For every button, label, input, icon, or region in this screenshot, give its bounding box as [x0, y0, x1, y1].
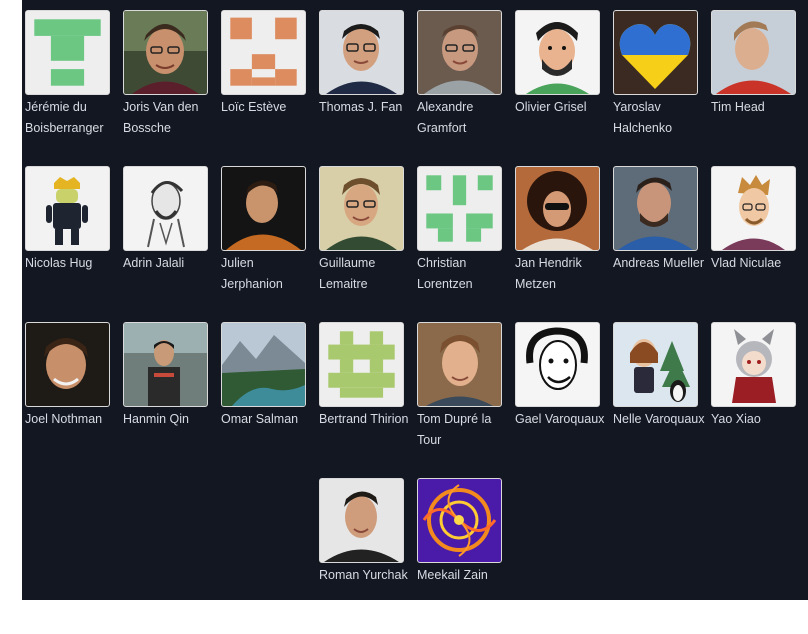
photo-avatar[interactable] — [221, 166, 306, 251]
person-card-guillaume-lemaitre[interactable]: Guillaume Lemaitre — [319, 166, 417, 322]
fractal-avatar[interactable] — [417, 478, 502, 563]
photo-avatar[interactable] — [319, 478, 404, 563]
person-name[interactable]: Christian Lorentzen — [417, 253, 513, 295]
person-card-tim-head[interactable]: Tim Head — [711, 10, 808, 166]
person-name[interactable]: Meekail Zain — [417, 565, 513, 586]
person-name[interactable]: Tim Head — [711, 97, 807, 118]
maintainers-grid: Jérémie du Boisberranger Joris Van den B… — [25, 10, 808, 634]
person-name[interactable]: Nelle Varoquaux — [613, 409, 709, 430]
person-card-andreas-mueller[interactable]: Andreas Mueller — [613, 166, 711, 322]
person-name[interactable]: Omar Salman — [221, 409, 317, 430]
person-name[interactable]: Adrin Jalali — [123, 253, 219, 274]
person-card-yao-xiao[interactable]: Yao Xiao — [711, 322, 808, 478]
person-name[interactable]: Guillaume Lemaitre — [319, 253, 415, 295]
person-name[interactable]: Julien Jerphanion — [221, 253, 317, 295]
person-card-gael-varoquaux[interactable]: Gael Varoquaux — [515, 322, 613, 478]
person-name[interactable]: Joel Nothman — [25, 409, 121, 430]
landscape-avatar[interactable] — [221, 322, 306, 407]
person-card-roman-yurchak[interactable]: Roman Yurchak — [319, 478, 417, 634]
person-name[interactable]: Andreas Mueller — [613, 253, 709, 274]
photo-avatar[interactable] — [515, 166, 600, 251]
person-name[interactable]: Vlad Niculae — [711, 253, 807, 274]
person-card-jeremie-du-boisberranger[interactable]: Jérémie du Boisberranger — [25, 10, 123, 166]
identicon-orange-avatar[interactable] — [221, 10, 306, 95]
person-card-hanmin-qin[interactable]: Hanmin Qin — [123, 322, 221, 478]
photo-avatar[interactable] — [123, 322, 208, 407]
person-name[interactable]: Bertrand Thirion — [319, 409, 415, 430]
person-card-adrin-jalali[interactable]: Adrin Jalali — [123, 166, 221, 322]
cartoon-avatar[interactable] — [711, 166, 796, 251]
identicon-green-avatar[interactable] — [417, 166, 502, 251]
anime-avatar[interactable] — [711, 322, 796, 407]
person-name[interactable]: Alexandre Gramfort — [417, 97, 513, 139]
person-name[interactable]: Gael Varoquaux — [515, 409, 611, 430]
photo-avatar[interactable] — [25, 322, 110, 407]
photo-avatar[interactable] — [319, 166, 404, 251]
person-card-joel-nothman[interactable]: Joel Nothman — [25, 322, 123, 478]
person-card-bertrand-thirion[interactable]: Bertrand Thirion — [319, 322, 417, 478]
photo-avatar[interactable] — [711, 10, 796, 95]
person-name[interactable]: Loïc Estève — [221, 97, 317, 118]
person-card-meekail-zain[interactable]: Meekail Zain — [417, 478, 515, 634]
person-card-jan-hendrik-metzen[interactable]: Jan Hendrik Metzen — [515, 166, 613, 322]
person-card-alexandre-gramfort[interactable]: Alexandre Gramfort — [417, 10, 515, 166]
photo-avatar[interactable] — [123, 10, 208, 95]
person-card-olivier-grisel[interactable]: Olivier Grisel — [515, 10, 613, 166]
person-card-nicolas-hug[interactable]: Nicolas Hug — [25, 166, 123, 322]
person-card-omar-salman[interactable]: Omar Salman — [221, 322, 319, 478]
person-card-christian-lorentzen[interactable]: Christian Lorentzen — [417, 166, 515, 322]
person-card-julien-jerphanion[interactable]: Julien Jerphanion — [221, 166, 319, 322]
person-card-yaroslav-halchenko[interactable]: Yaroslav Halchenko — [613, 10, 711, 166]
person-name[interactable]: Nicolas Hug — [25, 253, 121, 274]
person-card-joris-van-den-bossche[interactable]: Joris Van den Bossche — [123, 10, 221, 166]
person-card-tom-dupre-la-tour[interactable]: Tom Dupré la Tour — [417, 322, 515, 478]
identicon-green-avatar[interactable] — [25, 10, 110, 95]
ukraine-heart-avatar[interactable] — [613, 10, 698, 95]
person-name[interactable]: Tom Dupré la Tour — [417, 409, 513, 451]
sketch-avatar[interactable] — [123, 166, 208, 251]
person-name[interactable]: Olivier Grisel — [515, 97, 611, 118]
person-name[interactable]: Roman Yurchak — [319, 565, 415, 586]
cartoon-avatar[interactable] — [515, 10, 600, 95]
person-name[interactable]: Joris Van den Bossche — [123, 97, 219, 139]
person-name[interactable]: Thomas J. Fan — [319, 97, 415, 118]
photo-avatar[interactable] — [417, 322, 502, 407]
person-name[interactable]: Jérémie du Boisberranger — [25, 97, 121, 139]
photo-avatar[interactable] — [613, 166, 698, 251]
person-name[interactable]: Jan Hendrik Metzen — [515, 253, 611, 295]
person-name[interactable]: Hanmin Qin — [123, 409, 219, 430]
cartoon-avatar[interactable] — [613, 322, 698, 407]
person-card-nelle-varoquaux[interactable]: Nelle Varoquaux — [613, 322, 711, 478]
identicon-olive-avatar[interactable] — [319, 322, 404, 407]
person-card-vlad-niculae[interactable]: Vlad Niculae — [711, 166, 808, 322]
person-card-loic-esteve[interactable]: Loïc Estève — [221, 10, 319, 166]
person-card-thomas-j-fan[interactable]: Thomas J. Fan — [319, 10, 417, 166]
sketch-avatar[interactable] — [515, 322, 600, 407]
person-name[interactable]: Yaroslav Halchenko — [613, 97, 709, 139]
maintainers-page: Jérémie du Boisberranger Joris Van den B… — [22, 0, 808, 600]
android-figure-avatar[interactable] — [25, 166, 110, 251]
person-name[interactable]: Yao Xiao — [711, 409, 807, 430]
photo-avatar[interactable] — [319, 10, 404, 95]
photo-avatar[interactable] — [417, 10, 502, 95]
